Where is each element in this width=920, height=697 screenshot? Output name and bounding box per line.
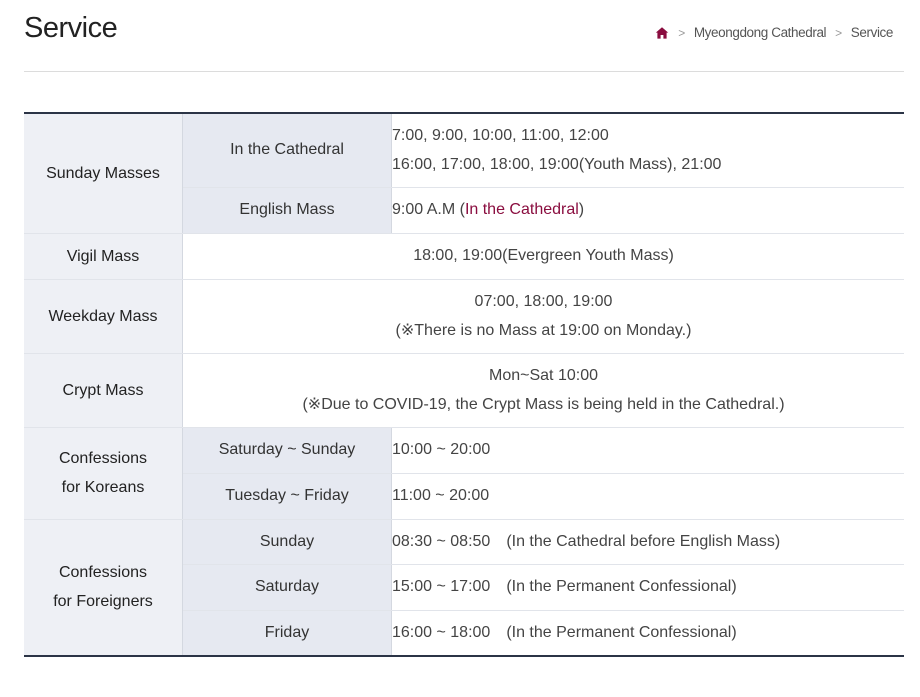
value-english-mass: 9:00 A.M (In the Cathedral) [391, 187, 904, 234]
category-confessions-foreigners: Confessions for Foreigners [24, 519, 183, 657]
value-time: 10:00 ~ 20:00 [391, 427, 904, 474]
page-title: Service [24, 12, 118, 44]
breadcrumb: > Myeongdong Cathedral > Service [655, 25, 893, 40]
home-icon[interactable] [655, 26, 669, 40]
sub-label-in-cathedral: In the Cathedral [182, 113, 392, 188]
value-time: 11:00 ~ 20:00 [391, 473, 904, 520]
chevron-right-icon: > [678, 25, 685, 40]
value-line: (※There is no Mass at 19:00 on Monday.) [395, 322, 692, 339]
value-line: (※Due to COVID-19, the Crypt Mass is bei… [302, 396, 785, 413]
category-crypt-mass: Crypt Mass [24, 353, 183, 428]
sub-label-day: Saturday [182, 564, 392, 611]
category-vigil-mass: Vigil Mass [24, 233, 183, 280]
mass-schedule-table: Sunday Masses In the Cathedral 7:00, 9:0… [24, 112, 904, 657]
table-row: Confessions for Foreigners Sunday 08:30 … [24, 519, 904, 657]
table-row: Sunday Masses In the Cathedral 7:00, 9:0… [24, 113, 904, 234]
value-line: 7:00, 9:00, 10:00, 11:00, 12:00 [392, 127, 609, 145]
breadcrumb-item-service: Service [850, 25, 894, 40]
value-line: Mon~Sat 10:00 [489, 367, 598, 384]
breadcrumb-item-cathedral[interactable]: Myeongdong Cathedral [694, 25, 827, 40]
table-row: Vigil Mass 18:00, 19:00(Evergreen Youth … [24, 233, 904, 280]
category-weekday-mass: Weekday Mass [24, 279, 183, 354]
sub-label-day: Friday [182, 610, 392, 657]
sub-label-day: Tuesday ~ Friday [182, 473, 392, 520]
title-divider [24, 71, 904, 72]
sub-label-english-mass: English Mass [182, 187, 392, 234]
value-line: 16:00, 17:00, 18:00, 19:00(Youth Mass), … [392, 156, 722, 174]
table-row: Crypt Mass Mon~Sat 10:00 (※Due to COVID-… [24, 353, 904, 428]
value-sunday-cathedral: 7:00, 9:00, 10:00, 11:00, 12:00 16:00, 1… [391, 113, 904, 188]
value-time: 15:00 ~ 17:00 (In the Permanent Confessio… [391, 564, 904, 611]
sub-label-day: Sunday [182, 519, 392, 565]
value-vigil-mass: 18:00, 19:00(Evergreen Youth Mass) [182, 233, 904, 280]
value-line: 07:00, 18:00, 19:00 [474, 293, 613, 310]
table-row: Weekday Mass 07:00, 18:00, 19:00 (※There… [24, 279, 904, 354]
chevron-right-icon: > [835, 25, 842, 40]
value-time: 08:30 ~ 08:50 (In the Cathedral before En… [391, 519, 904, 565]
table-row: Confessions for Koreans Saturday ~ Sunda… [24, 427, 904, 520]
value-time: 16:00 ~ 18:00 (In the Permanent Confessio… [391, 610, 904, 657]
category-confessions-koreans: Confessions for Koreans [24, 427, 183, 520]
sub-label-day: Saturday ~ Sunday [182, 427, 392, 474]
category-sunday-masses: Sunday Masses [24, 113, 183, 234]
value-crypt-mass: Mon~Sat 10:00 (※Due to COVID-19, the Cry… [182, 353, 904, 428]
place-highlight: In the Cathedral [464, 201, 579, 218]
value-weekday-mass: 07:00, 18:00, 19:00 (※There is no Mass a… [182, 279, 904, 354]
